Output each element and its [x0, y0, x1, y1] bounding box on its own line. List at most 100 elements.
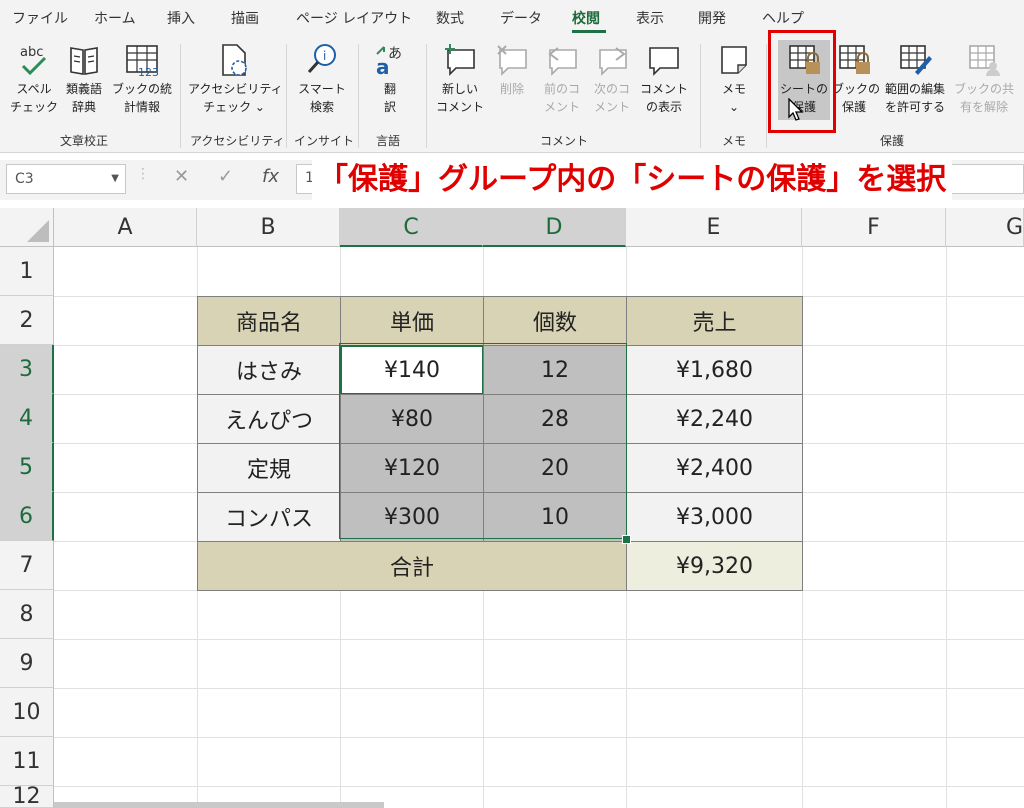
row-header-12[interactable]: 12	[0, 786, 54, 808]
table-cell[interactable]: ¥300	[340, 492, 484, 542]
table-cell[interactable]: 定規	[197, 443, 341, 493]
next-comment-button[interactable]: 次のコ メント	[588, 42, 636, 116]
delete-comment-icon	[497, 45, 527, 76]
svg-text:abc: abc	[20, 45, 43, 60]
tab-draw[interactable]: 描画	[231, 8, 259, 28]
tab-review[interactable]: 校閲	[572, 8, 600, 28]
next-comment-icon	[599, 47, 627, 76]
row-header-4[interactable]: 4	[0, 394, 54, 443]
svg-text:123: 123	[138, 66, 159, 78]
group-separator	[426, 44, 427, 148]
svg-text:あ: あ	[388, 46, 402, 62]
worksheet-grid: A B C D E F G 1 2 3 4 5 6 7 8 9 10 11 12…	[0, 208, 1024, 808]
tab-formulas[interactable]: 数式	[436, 8, 464, 28]
fill-handle[interactable]	[622, 535, 631, 544]
book-icon	[70, 47, 98, 75]
group-separator	[700, 44, 701, 148]
delete-comment-button[interactable]: 削除	[490, 42, 534, 98]
table-cell[interactable]: 28	[483, 394, 627, 444]
group-label-accessibility: アクセシビリティ	[190, 134, 285, 148]
table-cell[interactable]: 10	[483, 492, 627, 542]
group-separator	[766, 44, 767, 148]
thesaurus-button[interactable]: 類義語 辞典	[60, 42, 108, 116]
table-cell[interactable]: 12	[483, 345, 627, 395]
row-header-1[interactable]: 1	[0, 247, 54, 296]
cancel-icon[interactable]: ✕	[174, 166, 189, 187]
row-header-8[interactable]: 8	[0, 590, 54, 639]
table-cell[interactable]: ¥1,680	[626, 345, 803, 395]
table-cell[interactable]: コンパス	[197, 492, 341, 542]
previous-comment-button[interactable]: 前のコ メント	[538, 42, 586, 116]
notes-button[interactable]: メモ ⌄	[710, 42, 758, 116]
row-header-9[interactable]: 9	[0, 639, 54, 688]
column-header-c[interactable]: C	[340, 208, 483, 247]
group-label-insights: インサイト	[294, 134, 355, 148]
new-comment-button[interactable]: 新しい コメント	[432, 42, 488, 116]
protect-workbook-button[interactable]: ブックの 保護	[832, 42, 880, 116]
table-cell[interactable]: えんぴつ	[197, 394, 341, 444]
tab-home[interactable]: ホーム	[94, 8, 136, 28]
translate-button[interactable]: a あ 翻 訳	[364, 42, 416, 116]
ribbon: abc スペル チェック 類義語 辞典 123 ブックの統 計情報 文章校正 ア…	[0, 36, 1024, 153]
tab-data[interactable]: データ	[500, 8, 542, 28]
row-header-3[interactable]: 3	[0, 345, 54, 394]
tab-page-layout[interactable]: ページ レイアウト	[296, 8, 412, 28]
select-all-button[interactable]	[0, 208, 54, 247]
column-header-b[interactable]: B	[197, 208, 340, 247]
column-header-d[interactable]: D	[483, 208, 626, 247]
row-header-5[interactable]: 5	[0, 443, 54, 492]
allow-edit-ranges-button[interactable]: 範囲の編集 を許可する	[880, 42, 950, 116]
row-header-11[interactable]: 11	[0, 737, 54, 786]
active-cell[interactable]: ¥140	[340, 345, 484, 395]
row-header-2[interactable]: 2	[0, 296, 54, 345]
accessibility-check-icon	[222, 44, 247, 76]
group-separator	[286, 44, 287, 148]
column-header-e[interactable]: E	[626, 208, 802, 247]
comment-icon	[649, 47, 679, 76]
svg-text:i: i	[323, 49, 326, 63]
chevron-down-icon[interactable]: ▼	[111, 173, 119, 184]
unshare-workbook-button[interactable]: ブックの共 有を解除	[952, 42, 1016, 116]
table-header-cell[interactable]: 売上	[626, 296, 803, 346]
tab-view[interactable]: 表示	[636, 8, 664, 28]
group-label-language: 言語	[376, 134, 401, 148]
table-header-cell[interactable]: 単価	[340, 296, 484, 346]
horizontal-scrollbar[interactable]	[54, 802, 384, 808]
table-header-cell[interactable]: 個数	[483, 296, 627, 346]
show-comments-button[interactable]: コメント の表示	[636, 42, 692, 116]
tab-file[interactable]: ファイル	[12, 8, 68, 28]
spell-check-icon: abc	[20, 45, 47, 76]
tab-insert[interactable]: 挿入	[167, 8, 195, 28]
table-cell[interactable]: はさみ	[197, 345, 341, 395]
column-header-f[interactable]: F	[802, 208, 946, 247]
total-label-cell[interactable]: 合計	[197, 541, 627, 591]
tab-help[interactable]: ヘルプ	[762, 8, 804, 28]
column-header-g[interactable]: G	[946, 208, 1024, 247]
table-header-cell[interactable]: 商品名	[197, 296, 341, 346]
table-cell[interactable]: ¥2,240	[626, 394, 803, 444]
workbook-statistics-button[interactable]: 123 ブックの統 計情報	[110, 42, 174, 116]
table-cell[interactable]: ¥80	[340, 394, 484, 444]
row-header-6[interactable]: 6	[0, 492, 54, 541]
protect-workbook-icon	[839, 45, 870, 74]
column-header-a[interactable]: A	[54, 208, 197, 247]
table-cell[interactable]: ¥2,400	[626, 443, 803, 493]
group-separator	[358, 44, 359, 148]
accessibility-check-button[interactable]: アクセシビリティ チェック ⌄	[188, 42, 283, 116]
name-box[interactable]: C3 ▼	[6, 164, 126, 194]
row-header-7[interactable]: 7	[0, 541, 54, 590]
spell-check-button[interactable]: abc スペル チェック	[10, 42, 58, 116]
table-cell[interactable]: ¥120	[340, 443, 484, 493]
note-icon	[721, 46, 747, 74]
table-cell[interactable]: ¥3,000	[626, 492, 803, 542]
tab-developer[interactable]: 開発	[698, 8, 726, 28]
table-cell[interactable]: 20	[483, 443, 627, 493]
total-value-cell[interactable]: ¥9,320	[626, 541, 803, 591]
ribbon-tab-bar: ファイル ホーム 挿入 描画 ページ レイアウト 数式 データ 校閲 表示 開発…	[0, 0, 1024, 36]
insert-function-icon[interactable]: fx	[262, 166, 279, 187]
smart-lookup-button[interactable]: i スマート 検索	[292, 42, 352, 116]
mouse-pointer-icon	[788, 98, 804, 121]
enter-icon[interactable]: ✓	[218, 166, 233, 187]
group-label-comments: コメント	[540, 134, 589, 148]
row-header-10[interactable]: 10	[0, 688, 54, 737]
